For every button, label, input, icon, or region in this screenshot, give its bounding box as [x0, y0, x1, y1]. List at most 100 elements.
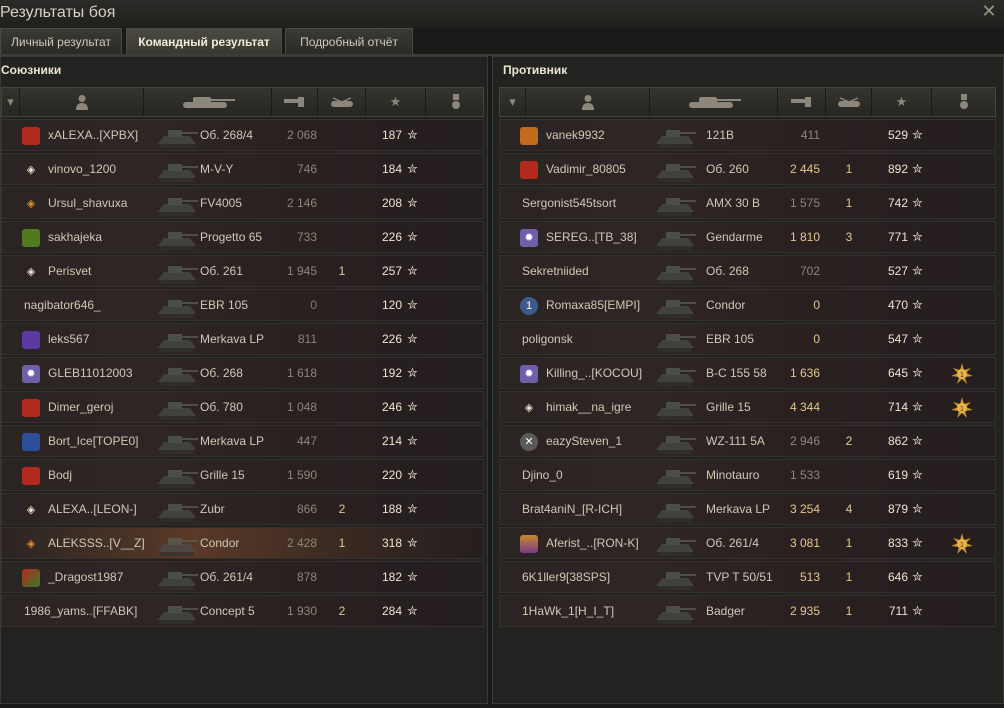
player-name[interactable]: sakhajeka [48, 230, 102, 244]
player-name[interactable]: poligonsk [522, 332, 573, 346]
table-row[interactable]: 1HaWk_1[H_I_T] Badger 2 935 1 711 ✮ [499, 595, 996, 627]
table-row[interactable]: Dimer_geroj Об. 780 1 048 246 ✮ [1, 391, 484, 423]
star-icon: ✮ [912, 331, 923, 346]
star-icon[interactable]: ★ [872, 88, 932, 116]
player-name[interactable]: Brat4aniN_[R-ICH] [522, 502, 622, 516]
person-icon[interactable] [526, 88, 650, 116]
player-name[interactable]: xALEXA..[XPBX] [48, 128, 138, 142]
medal-icon[interactable] [426, 88, 485, 116]
player-name[interactable]: _Dragost1987 [48, 570, 123, 584]
player-name[interactable]: Romaxa85[EMPI] [546, 298, 640, 312]
table-row[interactable]: Djino_0 Minotauro 1 533 619 ✮ [499, 459, 996, 491]
player-name[interactable]: Dimer_geroj [48, 400, 113, 414]
medal-icon[interactable] [932, 88, 995, 116]
table-row[interactable]: ◈ Ursul_shavuxa FV4005 2 146 208 ✮ [1, 187, 484, 219]
table-row[interactable]: sakhajeka Progetto 65 733 226 ✮ [1, 221, 484, 253]
table-row[interactable]: ✕ eazySteven_1 WZ-111 5A 2 946 2 862 ✮ [499, 425, 996, 457]
squad-sort-icon[interactable]: ▾ [500, 88, 526, 116]
damage-value: 447 [296, 434, 317, 448]
vehicle-image [158, 198, 198, 216]
xp-value: 184 [381, 162, 402, 176]
player-name[interactable]: nagibator646_ [24, 298, 101, 312]
tank-icon[interactable] [650, 88, 778, 116]
player-name[interactable]: 1986_yams..[FFABK] [24, 604, 137, 618]
destroyed-tank-icon[interactable] [318, 88, 366, 116]
player-name[interactable]: leks567 [48, 332, 89, 346]
table-row[interactable]: Sergonist545tsort AMX 30 B 1 575 1 742 ✮ [499, 187, 996, 219]
table-row[interactable]: xALEXA..[XPBX] Об. 268/4 2 068 187 ✮ [1, 119, 484, 151]
medal-icon[interactable]: 1 [950, 532, 974, 556]
star-icon: ✮ [407, 399, 418, 414]
table-row[interactable]: Vadimir_80805 Об. 260 2 445 1 892 ✮ [499, 153, 996, 185]
vehicle-image [656, 300, 696, 318]
star-icon: ✮ [912, 297, 923, 312]
clan-badge-icon [22, 127, 40, 145]
destroyed-tank-icon[interactable] [826, 88, 872, 116]
vehicle-image [158, 436, 198, 454]
vehicle-name: Merkava LP [200, 434, 265, 448]
player-name[interactable]: Bort_Ice[TOPE0] [48, 434, 139, 448]
medal-icon[interactable]: 1 [950, 396, 974, 420]
player-name[interactable]: vinovo_1200 [48, 162, 116, 176]
table-row[interactable]: ◈ ALEXA..[LEON-] Zubr 866 2 188 ✮ [1, 493, 484, 525]
medal-icon[interactable]: 1 [950, 362, 974, 386]
table-row[interactable]: vanek9932 121B 411 529 ✮ [499, 119, 996, 151]
xp-value: 246 [381, 400, 402, 414]
table-row[interactable]: Bort_Ice[TOPE0] Merkava LP 447 214 ✮ [1, 425, 484, 457]
player-name[interactable]: SEREG..[TB_38] [546, 230, 637, 244]
table-row[interactable]: ◈ vinovo_1200 M-V-Y 746 184 ✮ [1, 153, 484, 185]
vehicle-image [656, 504, 696, 522]
player-name[interactable]: Bodj [48, 468, 72, 482]
table-row[interactable]: leks567 Merkava LP 811 226 ✮ [1, 323, 484, 355]
table-row[interactable]: ✹ SEREG..[TB_38] Gendarme 1 810 3 771 ✮ [499, 221, 996, 253]
player-name[interactable]: 1HaWk_1[H_I_T] [522, 604, 614, 618]
player-name[interactable]: eazySteven_1 [546, 434, 622, 448]
gun-icon[interactable] [778, 88, 826, 116]
vehicle-name: 121B [706, 128, 735, 142]
player-name[interactable]: Djino_0 [522, 468, 563, 482]
tab-team[interactable]: Командный результат [126, 28, 282, 54]
table-row[interactable]: poligonsk EBR 105 0 547 ✮ [499, 323, 996, 355]
player-name[interactable]: vanek9932 [546, 128, 605, 142]
star-icon: ✮ [912, 467, 923, 482]
squad-sort-icon[interactable]: ▾ [2, 88, 20, 116]
player-name[interactable]: Perisvet [48, 264, 91, 278]
table-row[interactable]: 1986_yams..[FFABK] Concept 5 1 930 2 284 ✮ [1, 595, 484, 627]
player-name[interactable]: Vadimir_80805 [546, 162, 626, 176]
allies-panel: Союзники ▾ ★ xALEXA..[XPBX] Об. 268/4 2 06… [0, 56, 488, 704]
player-name[interactable]: ALEXA..[LEON-] [48, 502, 137, 516]
close-icon[interactable]: ✕ [980, 2, 998, 20]
player-name[interactable]: Sergonist545tsort [522, 196, 616, 210]
table-row[interactable]: Bodj Grille 15 1 590 220 ✮ [1, 459, 484, 491]
table-row[interactable]: _Dragost1987 Об. 261/4 878 182 ✮ [1, 561, 484, 593]
table-row[interactable]: Brat4aniN_[R-ICH] Merkava LP 3 254 4 879 ✮ [499, 493, 996, 525]
tank-icon[interactable] [144, 88, 272, 116]
player-name[interactable]: himak__na_igre [546, 400, 631, 414]
player-name[interactable]: GLEB11012003 [48, 366, 133, 380]
gun-icon[interactable] [272, 88, 318, 116]
clan-badge-icon [22, 229, 40, 247]
player-name[interactable]: Killing_..[KOCOU] [546, 366, 642, 380]
table-row[interactable]: 1 Romaxa85[EMPI] Condor 0 470 ✮ [499, 289, 996, 321]
star-icon[interactable]: ★ [366, 88, 426, 116]
person-icon[interactable] [20, 88, 144, 116]
table-row[interactable]: Sekretniided Об. 268 702 527 ✮ [499, 255, 996, 287]
table-row[interactable]: 6K1ller9[38SPS] TVP T 50/51 513 1 646 ✮ [499, 561, 996, 593]
player-name[interactable]: Aferist_..[RON-K] [546, 536, 639, 550]
player-name[interactable]: Ursul_shavuxa [48, 196, 127, 210]
table-row[interactable]: ✹ Killing_..[KOCOU] B-C 155 58 1 636 645 ✮ 1 [499, 357, 996, 389]
player-name[interactable]: Sekretniided [522, 264, 589, 278]
table-row[interactable]: Aferist_..[RON-K] Об. 261/4 3 081 1 833 ✮ 1 [499, 527, 996, 559]
table-row[interactable]: nagibator646_ EBR 105 0 120 ✮ [1, 289, 484, 321]
clan-badge-icon: ◈ [26, 198, 36, 210]
tab-detailed[interactable]: Подробный отчёт [285, 28, 413, 54]
table-row[interactable]: ◈ ALEKSSS..[V__Z] Condor 2 428 1 318 ✮ [1, 527, 484, 559]
table-row[interactable]: ◈ Perisvet Об. 261 1 945 1 257 ✮ [1, 255, 484, 287]
table-row[interactable]: ◈ himak__na_igre Grille 15 4 344 714 ✮ 1 [499, 391, 996, 423]
player-name[interactable]: 6K1ller9[38SPS] [522, 570, 610, 584]
player-name[interactable]: ALEKSSS..[V__Z] [48, 536, 145, 550]
tab-personal[interactable]: Личный результат [0, 28, 122, 54]
vehicle-name: Badger [706, 604, 745, 618]
vehicle-image [656, 232, 696, 250]
table-row[interactable]: ✹ GLEB11012003 Об. 268 1 618 192 ✮ [1, 357, 484, 389]
